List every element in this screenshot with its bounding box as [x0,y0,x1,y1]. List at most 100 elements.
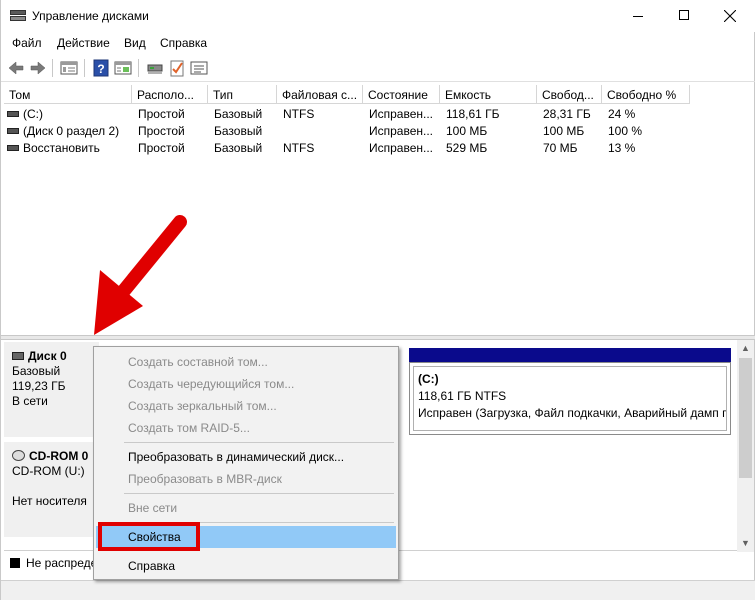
scrollbar-thumb[interactable] [739,358,752,478]
disk-size: 119,23 ГБ [12,379,66,393]
menu-item-help[interactable]: Справка [96,555,396,577]
console-tree-icon [60,61,78,75]
cdrom-0-label[interactable]: CD-ROM 0 CD-ROM (U:) Нет носителя [4,442,99,537]
volume-type: Базовый [214,124,263,138]
column-header-type[interactable]: Тип [208,85,277,104]
disk-name: CD-ROM 0 [29,449,89,463]
volume-filesystem: NTFS [283,141,315,155]
disk-status: Нет носителя [12,494,87,508]
menu-item-convert-to-mbr[interactable]: Преобразовать в MBR-диск [96,468,396,490]
menu-item-create-raid5-volume[interactable]: Создать том RAID-5... [96,417,396,439]
svg-text:?: ? [97,62,104,76]
menu-item-create-spanned-volume[interactable]: Создать составной том... [96,351,396,373]
title-bar: Управление дисками [1,0,755,32]
minimize-icon [633,16,643,17]
help-icon: ? [93,59,109,77]
status-bar [1,580,755,600]
menu-item-offline[interactable]: Вне сети [96,497,396,519]
list-icon [190,61,208,75]
legend-unallocated-label: Не распреде [26,556,98,570]
volume-free-space: 100 МБ [543,124,585,138]
volume-filesystem: NTFS [283,107,315,121]
menu-bar: Файл Действие Вид Справка [1,32,755,54]
volume-icon [7,110,19,117]
connect-icon [147,64,163,74]
partition-c[interactable]: (C:) 118,61 ГБ NTFS Исправен (Загрузка, … [409,362,731,435]
volume-icon [7,127,19,134]
menu-help[interactable]: Справка [160,36,207,50]
volume-name: (C:) [23,107,43,121]
partition-status: Исправен (Загрузка, Файл подкачки, Авари… [418,406,727,420]
minimize-button[interactable] [615,0,661,32]
hard-disk-icon [12,351,24,360]
menu-action[interactable]: Действие [57,36,110,50]
cd-rom-icon [12,450,25,462]
column-header-free-space[interactable]: Свобод... [537,85,602,104]
volume-percent-free: 100 % [608,124,643,138]
disk-type: Базовый [12,364,61,378]
toolbar-separator [52,59,53,77]
check-button[interactable] [167,58,187,78]
partition-size-filesystem: 118,61 ГБ NTFS [418,389,507,403]
column-header-filesystem[interactable]: Файловая с... [277,85,363,104]
menu-file[interactable]: Файл [12,36,42,50]
list-button[interactable] [189,58,209,78]
volume-free-space: 70 МБ [543,141,578,155]
volume-capacity: 118,61 ГБ [446,107,500,121]
disk-0-label[interactable]: Диск 0 Базовый 119,23 ГБ В сети [4,342,99,437]
volume-status: Исправен... [369,107,434,121]
disk-map-scrollbar[interactable]: ▲ ▼ [737,340,754,552]
column-header-capacity[interactable]: Емкость [440,85,537,104]
help-button[interactable]: ? [91,58,111,78]
window-title: Управление дисками [32,9,149,23]
forward-arrow-icon [30,61,46,75]
volume-status: Исправен... [369,124,434,138]
volume-layout: Простой [138,124,185,138]
back-button[interactable] [6,58,26,78]
toolbar-separator [84,59,85,77]
scroll-up-icon[interactable]: ▲ [741,343,750,353]
properties-view-button[interactable] [113,58,133,78]
volume-percent-free: 24 % [608,107,636,121]
menu-view[interactable]: Вид [124,36,146,50]
toolbar: ? [1,54,755,82]
volume-percent-free: 13 % [608,141,636,155]
table-row[interactable]: (Диск 0 раздел 2) Простой Базовый Исправ… [4,123,749,140]
volume-type: Базовый [214,107,263,121]
maximize-icon [679,10,689,20]
back-arrow-icon [8,61,24,75]
menu-item-create-mirrored-volume[interactable]: Создать зеркальный том... [96,395,396,417]
column-header-status[interactable]: Состояние [363,85,440,104]
close-icon [724,10,736,22]
partition-label: (C:) [418,372,439,386]
table-row[interactable]: Восстановить Простой Базовый NTFS Исправ… [4,140,749,157]
forward-button[interactable] [28,58,48,78]
disk-status: В сети [12,394,48,408]
menu-separator [124,493,394,494]
maximize-button[interactable] [661,0,707,32]
properties-highlight-annotation [98,522,200,551]
scroll-down-icon[interactable]: ▼ [741,538,750,548]
column-header-layout[interactable]: Располо... [132,85,208,104]
volume-free-space: 28,31 ГБ [543,107,591,121]
volume-capacity: 529 МБ [446,141,488,155]
check-icon [170,60,184,77]
volume-type: Базовый [214,141,263,155]
volume-capacity: 100 МБ [446,124,488,138]
volume-name: Восстановить [23,141,100,155]
menu-item-create-striped-volume[interactable]: Создать чередующийся том... [96,373,396,395]
disk-size [12,479,99,494]
volume-layout: Простой [138,141,185,155]
close-button[interactable] [707,0,753,32]
disk-name: Диск 0 [28,349,67,363]
volume-icon [7,144,19,151]
column-header-volume[interactable]: Том [4,85,132,104]
menu-item-convert-to-dynamic[interactable]: Преобразовать в динамический диск... [96,446,396,468]
column-header-percent-free[interactable]: Свободно % [602,85,690,104]
disk-type: CD-ROM (U:) [12,464,85,478]
connect-button[interactable] [145,58,165,78]
show-hide-console-tree-button[interactable] [59,58,79,78]
properties-icon [114,61,132,75]
table-row[interactable]: (C:) Простой Базовый NTFS Исправен... 11… [4,106,749,123]
menu-separator [124,442,394,443]
